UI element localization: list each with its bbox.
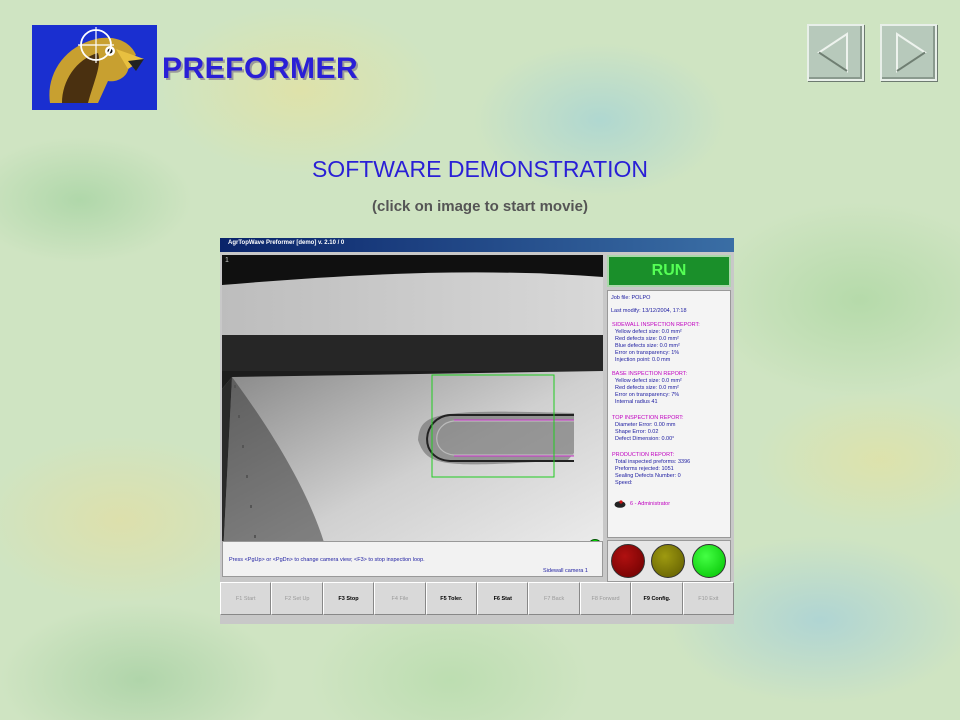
report-line: Speed: [615, 480, 633, 486]
last-modify: Last modify: 13/12/2004, 17:18 [611, 308, 687, 314]
green-light [692, 544, 726, 578]
report-line: Error on transparency: 7% [615, 392, 680, 398]
report-line: Defect Dimension: 0.00° [615, 436, 675, 442]
f5-toler-button[interactable]: F5 Toler. [425, 582, 478, 615]
triangle-right-icon [896, 32, 927, 73]
report-line: Internal radius 41 [615, 399, 658, 405]
job-file: Job file: POLPO [611, 295, 651, 301]
instruction-text: Press <PgUp> or <PgDn> to change camera … [229, 557, 425, 563]
production-report-title: PRODUCTION REPORT: [612, 452, 675, 458]
start-movie-hint: (click on image to start movie) [372, 198, 588, 215]
red-light [611, 544, 645, 578]
run-status-panel: RUN [607, 255, 731, 287]
f7-back-button[interactable]: F7 Back [528, 582, 580, 615]
page-subtitle: SOFTWARE DEMONSTRATION [311, 156, 649, 182]
next-button[interactable] [880, 24, 937, 81]
report-line: Preforms rejected: 1051 [615, 466, 674, 472]
prev-button[interactable] [807, 24, 864, 81]
window-title: AgrTopWave Preformer [demo] v. 2.10 / 0 [228, 240, 345, 246]
report-line: Red defects size: 0.0 mm² [615, 385, 679, 391]
report-line: Sealing Defects Number: 0 [615, 473, 681, 479]
status-lights [607, 540, 731, 582]
report-line: Yellow defect size: 0.0 mm² [615, 329, 682, 335]
yellow-light [651, 544, 685, 578]
run-status-label: RUN [651, 262, 687, 279]
triangle-left-icon [817, 32, 848, 73]
report-line: Yellow defect size: 0.0 mm² [615, 378, 682, 384]
f1-start-button[interactable]: F1 Start [220, 582, 272, 615]
f4-file-button[interactable]: F4 File [374, 582, 426, 615]
user-icon [614, 499, 626, 508]
report-line: Injection point: 0.0 mm [615, 357, 671, 363]
window-title-bar: AgrTopWave Preformer [demo] v. 2.10 / 0 [220, 238, 734, 252]
report-line: Shape Error: 0.02 [615, 429, 659, 435]
f3-stop-button[interactable]: F3 Stop [322, 582, 375, 615]
app-title: PREFORMER [162, 52, 359, 85]
f2-setup-button[interactable]: F2 Set Up [271, 582, 323, 615]
f10-exit-button[interactable]: F10 Exit [682, 582, 734, 615]
report-line: Total inspected preforms: 3396 [615, 459, 691, 465]
base-report-title: BASE INSPECTION REPORT: [612, 371, 688, 377]
f8-forward-button[interactable]: F8 Forward [579, 582, 632, 615]
report-line: Diameter Error: 0.00 mm [615, 422, 676, 428]
inspection-report-panel: Job file: POLPO Last modify: 13/12/2004,… [607, 290, 731, 538]
report-line: Red defects size: 0.0 mm² [615, 336, 679, 342]
camera-index: 1 [225, 257, 229, 264]
function-key-bar: F1 Start F2 Set Up F3 Stop F4 File F5 To… [220, 582, 734, 615]
f9-config-button[interactable]: F9 Config. [631, 582, 683, 615]
f6-stat-button[interactable]: F6 Stat [477, 582, 529, 615]
report-line: Error on transparency: 1% [615, 350, 680, 356]
demo-movie-thumbnail[interactable]: AgrTopWave Preformer [demo] v. 2.10 / 0 [220, 238, 734, 624]
sidewall-report-title: SIDEWALL INSPECTION REPORT: [612, 322, 700, 328]
top-report-title: TOP INSPECTION REPORT: [612, 415, 684, 421]
camera-view: 1 [222, 255, 603, 575]
report-line: Blue defects size: 0.0 mm² [615, 343, 680, 349]
camera-label: Sidewall camera 1 [543, 568, 588, 574]
preform-image [222, 255, 603, 575]
eagle-crosshair-icon [32, 25, 157, 110]
logged-user: 6 - Administrator [630, 501, 671, 507]
message-bar: Press <PgUp> or <PgDn> to change camera … [222, 541, 603, 577]
